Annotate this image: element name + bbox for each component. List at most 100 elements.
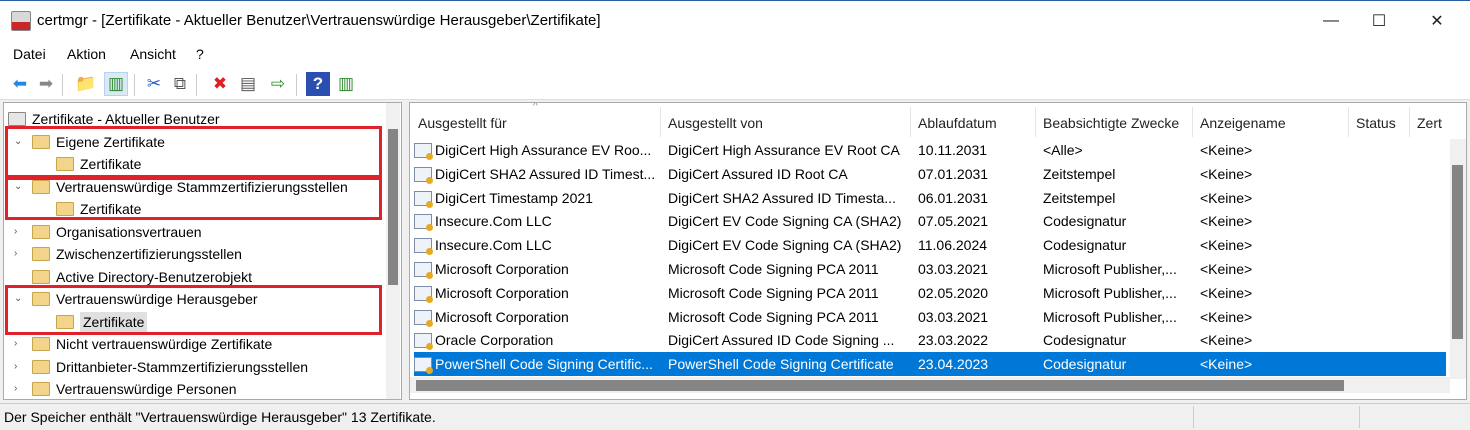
app-icon: [11, 11, 31, 31]
column-header-0[interactable]: Ausgestellt für: [418, 115, 507, 131]
list-vertical-scrollbar[interactable]: [1450, 139, 1466, 379]
forward-arrow-button[interactable]: ➡: [34, 72, 58, 96]
scrollbar-thumb[interactable]: [1452, 165, 1463, 339]
tree-item-label: Organisationsvertrauen: [56, 223, 202, 240]
menu-aktion[interactable]: Aktion: [67, 46, 106, 62]
folder-icon: [32, 337, 50, 351]
menu-ansicht[interactable]: Ansicht: [130, 46, 176, 62]
cell-text: Microsoft Code Signing PCA 2011: [668, 261, 879, 277]
cell-text: Zeitstempel: [1043, 165, 1116, 182]
tree-item-label: Nicht vertrauenswürdige Zertifikate: [56, 336, 273, 352]
tree-item[interactable]: › Vertrauenswürdige Personen: [14, 378, 237, 399]
show-hide-tree-button[interactable]: ▥: [104, 72, 128, 96]
minimize-button[interactable]: —: [1308, 1, 1354, 41]
toolbar-separator: [62, 74, 63, 96]
column-header-6[interactable]: Zert: [1417, 115, 1442, 131]
column-header-1[interactable]: Ausgestellt von: [668, 115, 763, 131]
tree-item[interactable]: › Zwischenzertifizierungsstellen: [14, 243, 242, 265]
column-header: ^ Ausgestellt für Ausgestellt von Ablaufda…: [410, 103, 1450, 139]
help-button[interactable]: ?: [306, 72, 330, 96]
tree-item[interactable]: › Drittanbieter-Stammzertifizierungsstell…: [14, 356, 308, 378]
cut-button[interactable]: ✂: [142, 72, 166, 96]
column-header-4[interactable]: Anzeigename: [1200, 115, 1286, 131]
cell: PowerShell Code Signing Certific...: [414, 352, 653, 376]
table-row[interactable]: Microsoft Corporation Microsoft Code Sign…: [414, 257, 1446, 281]
certificate-icon: [414, 214, 433, 232]
column-header-5[interactable]: Status: [1356, 115, 1396, 131]
cell: Microsoft Publisher,...: [1043, 281, 1177, 305]
cell: <Keine>: [1200, 328, 1252, 352]
column-divider[interactable]: [1192, 107, 1193, 137]
column-divider[interactable]: [1348, 107, 1349, 137]
scrollbar-thumb[interactable]: [416, 380, 1344, 391]
table-row[interactable]: Oracle Corporation DigiCert Assured ID Co…: [414, 328, 1446, 352]
chevron-right-icon[interactable]: ›: [14, 221, 17, 243]
action-pane-button[interactable]: ▥: [334, 72, 358, 96]
up-folder-button[interactable]: 📁: [74, 72, 98, 96]
cell: PowerShell Code Signing Certificate: [668, 352, 894, 376]
cell-text: <Keine>: [1200, 308, 1253, 325]
tree-vertical-scrollbar[interactable]: [386, 103, 400, 399]
cell: DigiCert EV Code Signing CA (SHA2): [668, 233, 901, 257]
export-icon: ⇨: [270, 74, 286, 93]
menu-bar: Datei Aktion Ansicht ?: [0, 40, 1470, 68]
status-text: Der Speicher enthält "Vertrauenswürdige …: [4, 409, 436, 425]
cell-text: 10.11.2031: [918, 142, 988, 158]
cell-text: Codesignatur: [1043, 356, 1127, 373]
column-header-2[interactable]: Ablaufdatum: [918, 115, 997, 131]
cell-text: 03.03.2021: [918, 261, 989, 277]
export-button[interactable]: ⇨: [266, 72, 290, 96]
tree-pane: Zertifikate - Aktueller Benutzer ⌄ Eigene …: [3, 102, 402, 400]
table-row[interactable]: PowerShell Code Signing Certific... Power…: [414, 352, 1446, 377]
properties-button[interactable]: ▤: [236, 72, 260, 96]
column-divider[interactable]: [1035, 107, 1036, 137]
cell: Microsoft Corporation: [414, 281, 569, 305]
tree-item-label: Vertrauenswürdige Personen: [56, 381, 237, 397]
chevron-right-icon[interactable]: ›: [14, 243, 17, 265]
menu-help[interactable]: ?: [196, 46, 204, 62]
tree-item[interactable]: › Organisationsvertrauen: [14, 221, 202, 243]
chevron-right-icon[interactable]: ›: [14, 378, 17, 399]
scrollbar-thumb[interactable]: [388, 129, 398, 285]
table-row[interactable]: DigiCert Timestamp 2021 DigiCert SHA2 Ass…: [414, 186, 1446, 210]
folder-icon: [32, 382, 50, 396]
cell: Microsoft Corporation: [414, 305, 569, 329]
cell: Insecure.Com LLC: [414, 209, 552, 233]
column-divider[interactable]: [660, 107, 661, 137]
table-row[interactable]: Insecure.Com LLC DigiCert EV Code Signing…: [414, 209, 1446, 233]
menu-datei[interactable]: Datei: [13, 46, 46, 62]
cell-text: Oracle Corporation: [435, 332, 554, 349]
column-divider[interactable]: [910, 107, 911, 137]
cell-text: <Keine>: [1200, 356, 1253, 373]
table-row[interactable]: Microsoft Corporation Microsoft Code Sign…: [414, 305, 1446, 329]
table-row[interactable]: DigiCert SHA2 Assured ID Timest... DigiCe…: [414, 162, 1446, 186]
cell-text: <Alle>: [1043, 142, 1083, 158]
cell-text: <Keine>: [1200, 189, 1253, 206]
table-row[interactable]: DigiCert High Assurance EV Roo... DigiCer…: [414, 138, 1446, 162]
list-horizontal-scrollbar[interactable]: [410, 377, 1450, 393]
cell: Microsoft Code Signing PCA 2011: [668, 257, 879, 281]
back-arrow-button[interactable]: ⬅: [8, 72, 32, 96]
cell-text: DigiCert SHA2 Assured ID Timesta...: [668, 189, 896, 206]
delete-button[interactable]: ✖: [208, 72, 232, 96]
cell-text: Insecure.Com LLC: [435, 237, 552, 254]
table-row[interactable]: Insecure.Com LLC DigiCert EV Code Signing…: [414, 233, 1446, 257]
cell-text: DigiCert EV Code Signing CA (SHA2): [668, 237, 902, 254]
chevron-right-icon[interactable]: ›: [14, 356, 17, 378]
maximize-button[interactable]: ☐: [1356, 1, 1402, 41]
cell: Zeitstempel: [1043, 162, 1115, 186]
table-row[interactable]: Microsoft Corporation Microsoft Code Sign…: [414, 281, 1446, 305]
certificate-icon: [414, 262, 433, 279]
tree-item[interactable]: › Nicht vertrauenswürdige Zertifikate: [14, 333, 273, 355]
cell: Oracle Corporation: [414, 328, 553, 352]
toolbar-separator: [296, 74, 297, 96]
column-divider[interactable]: [1409, 107, 1410, 137]
cell-text: Microsoft Code Signing PCA 2011: [668, 284, 879, 301]
cell-text: <Keine>: [1200, 237, 1253, 254]
chevron-right-icon[interactable]: ›: [14, 333, 17, 355]
close-button[interactable]: ✕: [1414, 1, 1460, 41]
cell-text: <Keine>: [1200, 261, 1253, 277]
copy-button[interactable]: ⧉: [168, 72, 192, 96]
column-header-3[interactable]: Beabsichtigte Zwecke: [1043, 115, 1179, 131]
cell: DigiCert Assured ID Code Signing ...: [668, 328, 894, 352]
